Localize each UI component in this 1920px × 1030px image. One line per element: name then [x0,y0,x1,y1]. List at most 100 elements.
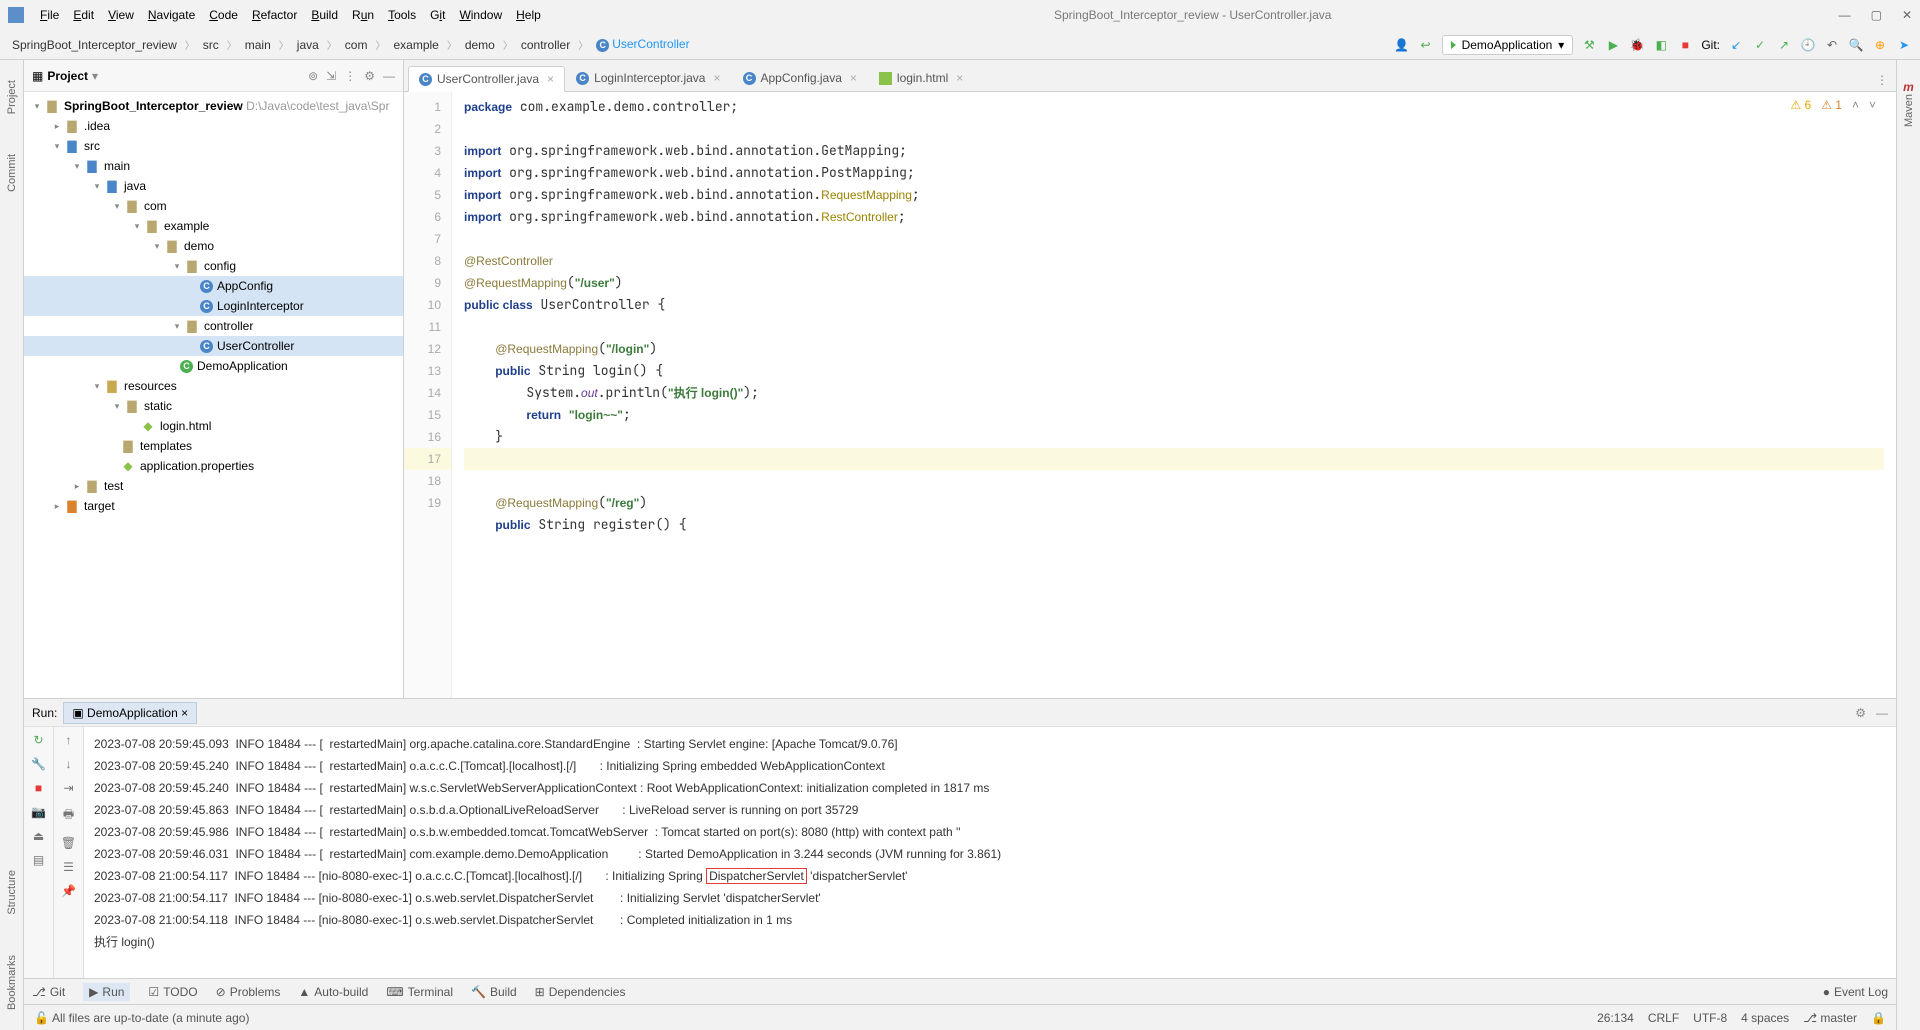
tab-bookmarks-stripe[interactable]: Bookmarks [6,955,18,1010]
tree-root[interactable]: ▾▇SpringBoot_Interceptor_review D:\Java\… [24,96,403,116]
crumb-project[interactable]: SpringBoot_Interceptor_review [8,37,181,53]
status-lock-icon[interactable]: 🔓 [34,1011,49,1025]
tree-node[interactable]: ▾▇controller [24,316,403,336]
menu-view[interactable]: View [102,6,140,24]
tree-node[interactable]: ▸▇target [24,496,403,516]
crumb-controller[interactable]: controller [517,37,574,53]
git-history-icon[interactable]: 🕘 [1800,37,1816,53]
ide-settings-icon[interactable]: ⊕ [1872,37,1888,53]
code-content[interactable]: package com.example.demo.controller; imp… [452,92,1896,698]
warn-yellow-icon[interactable]: ⚠ 6 [1790,98,1811,112]
status-lock2-icon[interactable]: 🔒 [1871,1011,1886,1025]
menu-code[interactable]: Code [203,6,244,24]
ts-build[interactable]: 🔨 Build [471,985,517,999]
debug-icon[interactable]: 🐞 [1629,37,1645,53]
run-hide-icon[interactable]: — [1876,706,1888,720]
tab-project-stripe[interactable]: Project [6,80,18,114]
coverage-icon[interactable]: ◧ [1653,37,1669,53]
close-tab-icon[interactable]: × [956,71,963,85]
tabs-more-icon[interactable]: ⋮ [1872,69,1892,91]
tab-usercontroller[interactable]: CUserController.java× [408,66,565,92]
menu-tools[interactable]: Tools [382,6,422,24]
git-rollback-icon[interactable]: ↶ [1824,37,1840,53]
tree-node[interactable]: ▾▇java [24,176,403,196]
git-commit-icon[interactable]: ✓ [1752,37,1768,53]
hide-icon[interactable]: — [383,69,395,83]
ts-git[interactable]: ⎇ Git [32,985,65,999]
tree-node[interactable]: ▾▇src [24,136,403,156]
run-camera-icon[interactable]: 📷 [31,805,46,819]
tree-node[interactable]: ▾▇config [24,256,403,276]
expand-icon[interactable]: ⇲ [326,69,336,83]
crumb-com[interactable]: com [341,37,372,53]
minimize-icon[interactable]: — [1839,8,1851,22]
run-stop-icon[interactable]: ■ [35,781,42,795]
tree-node[interactable]: ▾▇main [24,156,403,176]
scroll-down-icon[interactable]: ↓ [66,757,72,771]
scroll-up-icon[interactable]: ↑ [66,733,72,747]
tab-commit-stripe[interactable]: Commit [6,154,18,192]
tab-maven-stripe[interactable]: Maven [1903,94,1915,127]
pin-icon[interactable]: 📌 [61,884,76,898]
ts-problems[interactable]: ⊘ Problems [216,985,281,999]
chevron-down-icon[interactable]: ▾ [92,69,98,83]
run-exit-icon[interactable]: ⏏ [33,829,44,843]
close-tab-icon[interactable]: × [850,71,857,85]
maximize-icon[interactable]: ▢ [1871,8,1882,22]
run-tab[interactable]: ▣ DemoApplication × [63,702,197,724]
close-icon[interactable]: ✕ [1902,8,1912,22]
tree-node[interactable]: CDemoApplication [24,356,403,376]
tree-node[interactable]: ▾▇com [24,196,403,216]
git-push-icon[interactable]: ↗ [1776,37,1792,53]
tab-structure-stripe[interactable]: Structure [6,870,18,915]
status-pos[interactable]: 26:134 [1597,1011,1634,1025]
locate-icon[interactable]: ⊚ [308,69,318,83]
tree-node[interactable]: ▾▇static [24,396,403,416]
ts-eventlog[interactable]: ● Event Log [1823,985,1888,999]
crumb-class[interactable]: UserController [592,36,693,53]
console-output[interactable]: 2023-07-08 20:59:45.093 INFO 18484 --- [… [84,727,1896,978]
ide-more-icon[interactable]: ➤ [1896,37,1912,53]
tree-node[interactable]: CAppConfig [24,276,403,296]
status-enc[interactable]: UTF-8 [1693,1011,1727,1025]
nav-up-icon[interactable]: ˄ [1852,98,1859,112]
tree-node[interactable]: ▇templates [24,436,403,456]
back-icon[interactable]: ↩ [1418,37,1434,53]
ts-terminal[interactable]: ⌨ Terminal [386,985,453,999]
tab-loginhtml[interactable]: login.html× [868,65,974,91]
rerun-icon[interactable]: ↻ [33,733,43,747]
menu-edit[interactable]: Edit [67,6,100,24]
tree-node[interactable]: ▾▇resources [24,376,403,396]
print-icon[interactable]: 🖶 [63,805,74,826]
status-crlf[interactable]: CRLF [1648,1011,1679,1025]
tree-node[interactable]: CLoginInterceptor [24,296,403,316]
menu-help[interactable]: Help [510,6,547,24]
status-indent[interactable]: 4 spaces [1741,1011,1789,1025]
filter-icon[interactable]: ☰ [63,860,74,874]
gear-icon[interactable]: ⚙ [364,69,375,83]
tree-node[interactable]: ▾▇demo [24,236,403,256]
menu-refactor[interactable]: Refactor [246,6,303,24]
soft-wrap-icon[interactable]: ⇥ [63,781,73,795]
crumb-java[interactable]: java [293,37,323,53]
tree-node[interactable]: ▸▇.idea [24,116,403,136]
close-tab-icon[interactable]: × [547,72,554,86]
crumb-example[interactable]: example [389,37,442,53]
nav-down-icon[interactable]: ˅ [1869,98,1876,112]
tab-appconfig[interactable]: CAppConfig.java× [732,65,868,91]
add-user-icon[interactable]: 👤 [1394,37,1410,53]
run-gear-icon[interactable]: ⚙ [1855,706,1866,720]
tree-node[interactable]: ◆application.properties [24,456,403,476]
menu-build[interactable]: Build [305,6,344,24]
menu-navigate[interactable]: Navigate [142,6,201,24]
menu-window[interactable]: Window [453,6,508,24]
menu-file[interactable]: File [34,6,65,24]
tree-node[interactable]: CUserController [24,336,403,356]
run-play-icon[interactable]: ▶ [1605,37,1621,53]
crumb-demo[interactable]: demo [461,37,499,53]
clear-icon[interactable]: 🗑 [61,836,76,850]
run-layout-icon[interactable]: ▤ [33,853,44,867]
menu-git[interactable]: Git [424,6,451,24]
collapse-icon[interactable]: ⋮ [344,69,356,83]
close-tab-icon[interactable]: × [713,71,720,85]
